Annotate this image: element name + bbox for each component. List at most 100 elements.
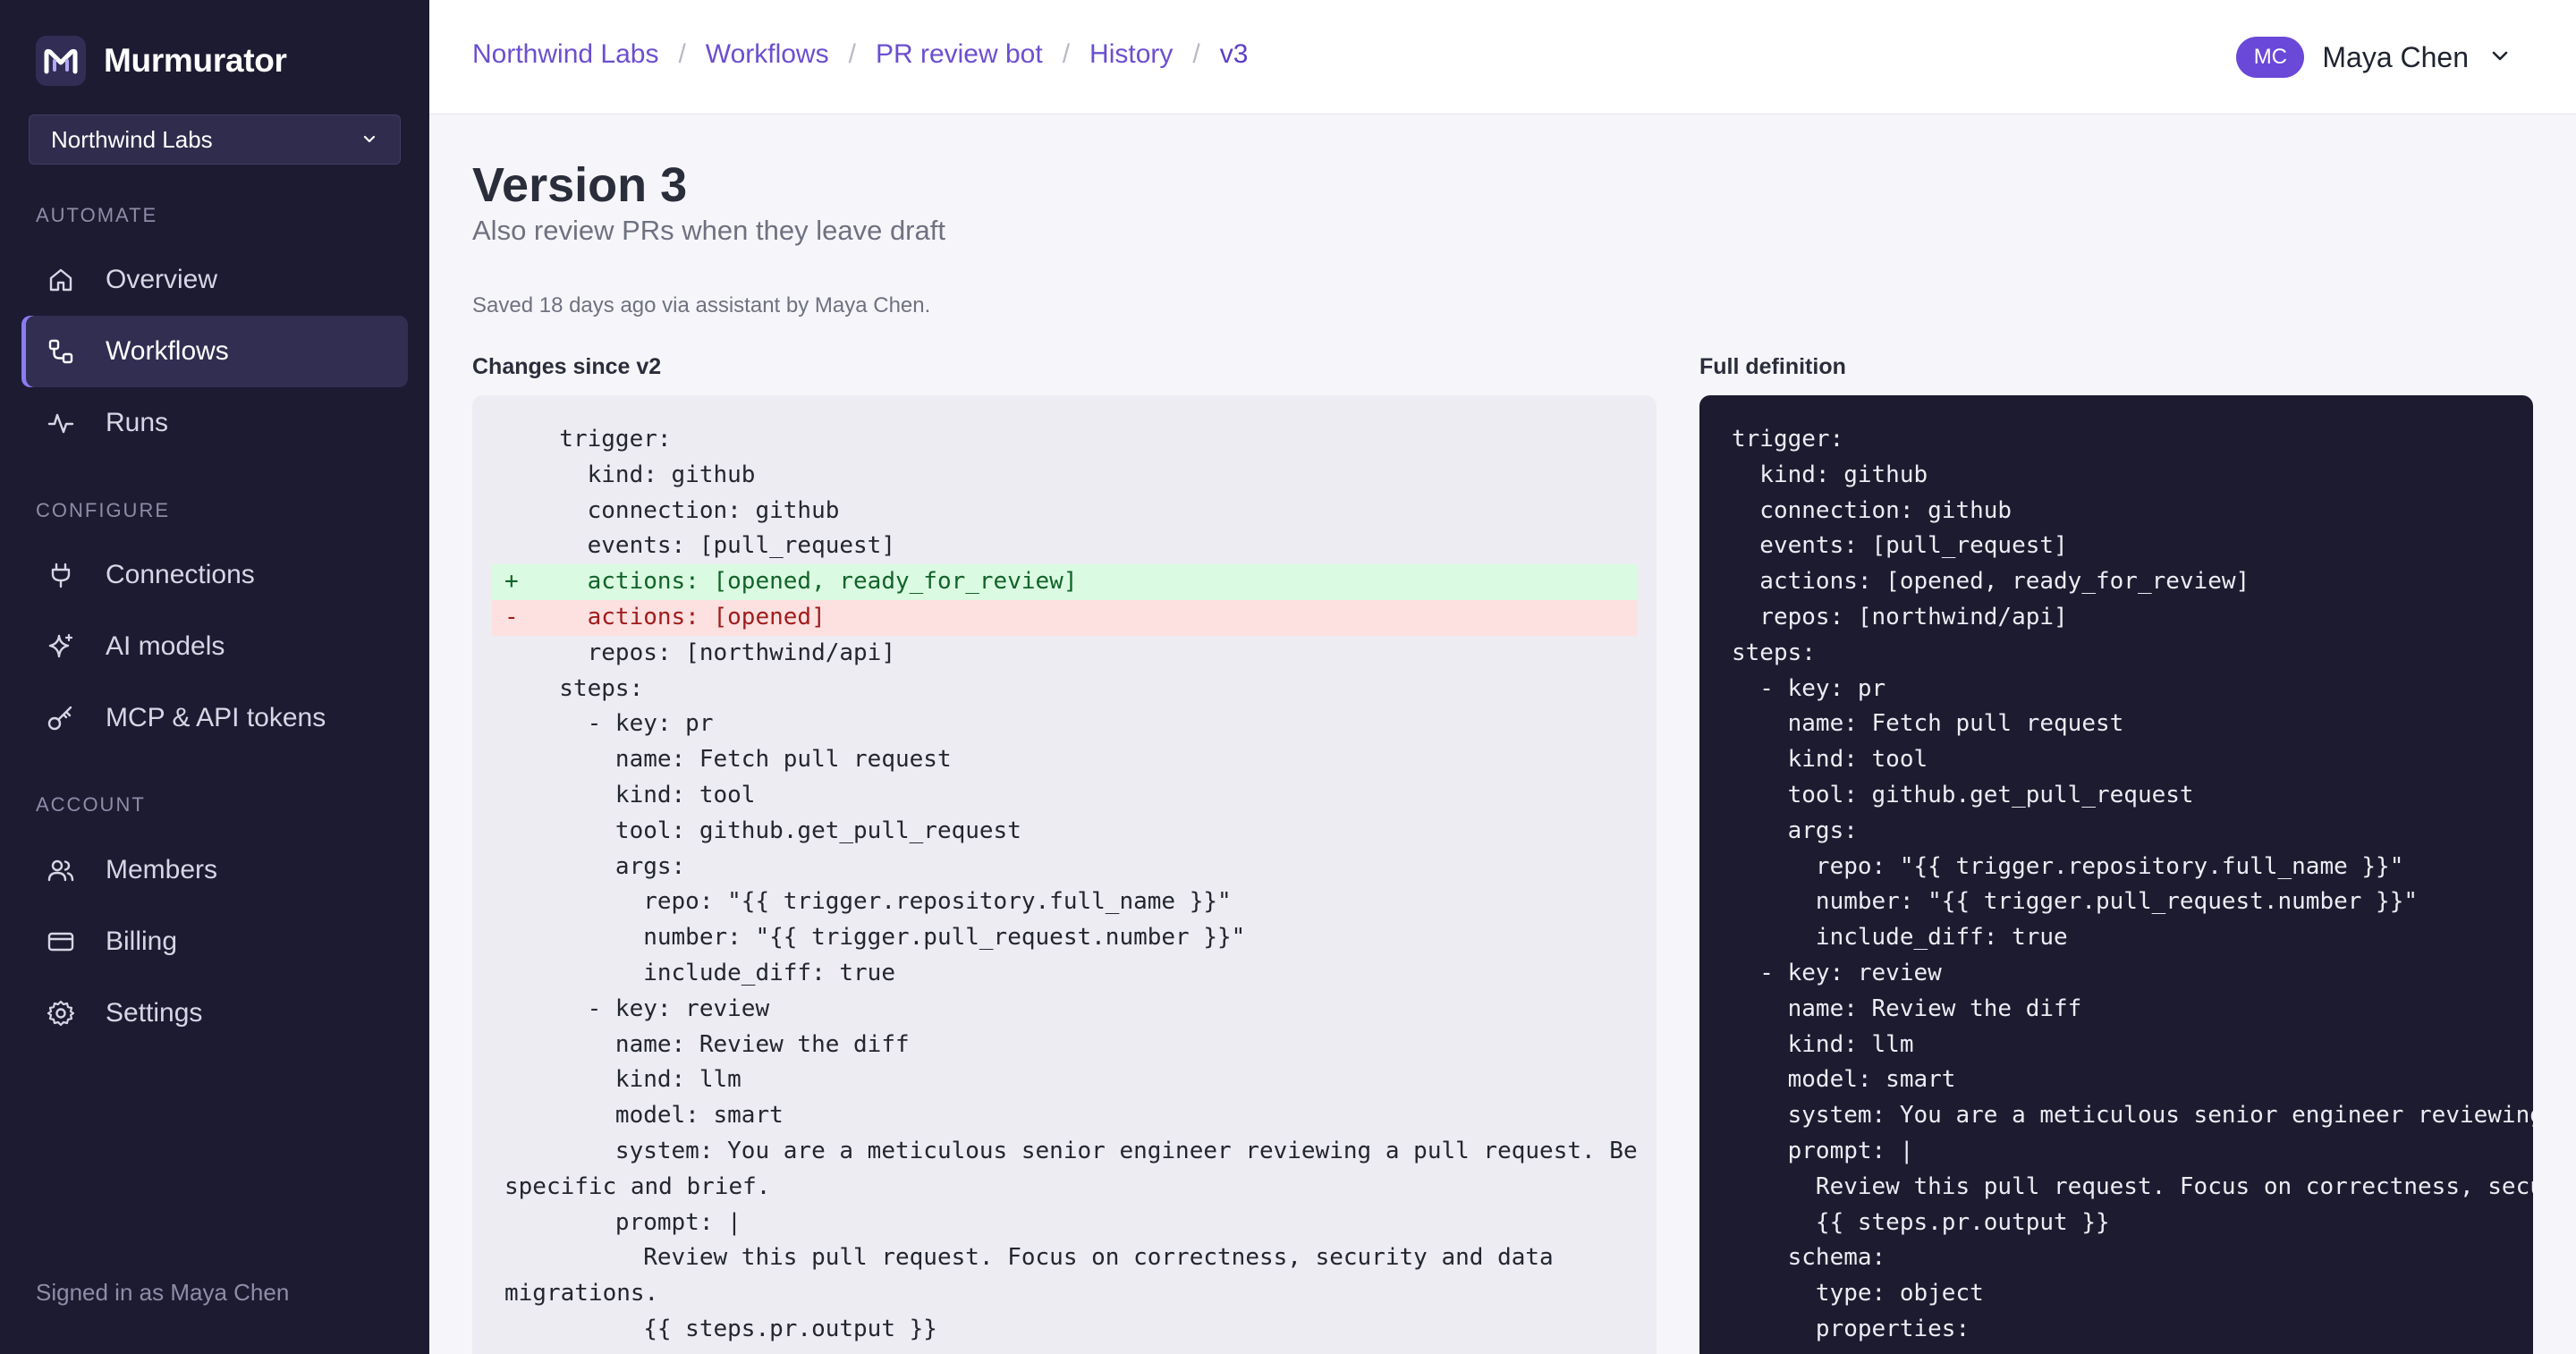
diff-line-text: - key: pr xyxy=(531,710,714,738)
definition-line: repos: [northwind/api] xyxy=(1732,603,2068,630)
diff-line-text: actions: [opened] xyxy=(531,603,826,630)
definition-line: tool: github.get_pull_request xyxy=(1732,781,2194,808)
sidebar-item-members[interactable]: Members xyxy=(21,834,408,906)
breadcrumb-workflows[interactable]: Workflows xyxy=(706,39,829,70)
diff-line: events: [pull_request] xyxy=(492,529,1637,564)
chevron-down-icon xyxy=(360,126,378,154)
diff-marker xyxy=(504,494,531,529)
definition-line: connection: github xyxy=(1732,496,2012,524)
org-selector[interactable]: Northwind Labs xyxy=(29,114,401,165)
diff-marker xyxy=(504,672,531,707)
sidebar-item-label: Runs xyxy=(106,408,169,437)
diff-panel[interactable]: trigger: kind: github connection: github… xyxy=(472,395,1657,1354)
activity-icon xyxy=(43,405,79,441)
murmurator-logo-icon xyxy=(36,36,86,86)
diff-line-text: args: xyxy=(531,852,686,880)
definition-line: actions: [opened, ready_for_review] xyxy=(1732,568,2250,596)
diff-line: kind: llm xyxy=(492,1062,1637,1098)
diff-line: kind: github xyxy=(492,458,1637,494)
definition-panel[interactable]: trigger: kind: github connection: github… xyxy=(1699,395,2533,1354)
diff-marker xyxy=(504,1312,531,1348)
definition-line: - key: pr xyxy=(1732,674,1886,702)
diff-marker: - xyxy=(504,603,519,630)
breadcrumb-workflow[interactable]: PR review bot xyxy=(876,39,1043,70)
diff-marker xyxy=(504,1028,531,1063)
sidebar-item-runs[interactable]: Runs xyxy=(21,387,408,459)
brand[interactable]: Murmurator xyxy=(36,36,287,86)
workflow-icon xyxy=(43,334,79,369)
sidebar-item-connections[interactable]: Connections xyxy=(21,539,408,611)
sidebar-item-mcp-api-tokens[interactable]: MCP & API tokens xyxy=(21,682,408,754)
sidebar-item-ai-models[interactable]: AI models xyxy=(21,611,408,682)
definition-line: schema: xyxy=(1732,1244,1886,1272)
section-label-configure: CONFIGURE xyxy=(36,499,170,521)
diff-marker xyxy=(504,850,531,885)
sidebar-item-overview[interactable]: Overview xyxy=(21,244,408,316)
diff-line: model: smart xyxy=(492,1098,1637,1134)
definition-line: events: [pull_request] xyxy=(1732,532,2068,560)
sidebar-item-label: Members xyxy=(106,855,218,884)
diff-line-text: model: smart xyxy=(531,1102,784,1130)
diff-line: system: You are a meticulous senior engi… xyxy=(492,1134,1638,1170)
diff-marker xyxy=(504,884,531,920)
diff-line: name: Review the diff xyxy=(492,1028,1637,1063)
diff-line-text: tool: github.get_pull_request xyxy=(531,817,1021,844)
diff-marker xyxy=(504,1062,531,1098)
diff-line-text: {{ steps.pr.output }} xyxy=(531,1315,937,1342)
diff-line: tool: github.get_pull_request xyxy=(492,814,1637,850)
topbar: Northwind Labs / Workflows / PR review b… xyxy=(429,0,2576,114)
definition-line: {{ steps.pr.output }} xyxy=(1732,1208,2110,1236)
diff-marker xyxy=(504,742,531,778)
breadcrumb-org[interactable]: Northwind Labs xyxy=(472,39,658,70)
page-title: Version 3 xyxy=(472,158,688,212)
diff-line-text: steps: xyxy=(531,674,644,702)
sidebar-item-label: Settings xyxy=(106,998,203,1028)
sidebar-item-label: MCP & API tokens xyxy=(106,703,326,732)
definition-line: number: "{{ trigger.pull_request.number … xyxy=(1732,888,2419,916)
definition-line: args: xyxy=(1732,817,1858,844)
breadcrumb-separator: / xyxy=(678,39,686,69)
sidebar-item-label: Connections xyxy=(106,560,255,589)
user-name: Maya Chen xyxy=(2322,40,2469,73)
diff-marker xyxy=(504,992,531,1028)
diff-marker xyxy=(504,956,531,992)
key-icon xyxy=(43,700,79,736)
breadcrumb-version[interactable]: v3 xyxy=(1220,39,1249,70)
diff-marker xyxy=(504,458,531,494)
sidebar-item-label: Workflows xyxy=(106,336,229,366)
sidebar-item-settings[interactable]: Settings xyxy=(21,977,408,1049)
diff-marker xyxy=(504,1134,531,1170)
diff-line-text: actions: [opened, ready_for_review] xyxy=(531,568,1078,596)
credit-card-icon xyxy=(43,924,79,960)
definition-line: type: object xyxy=(1732,1280,1984,1307)
signed-in-text: Signed in as Maya Chen xyxy=(36,1279,290,1306)
diff-line-text: specific and brief. xyxy=(504,1172,771,1200)
diff-line-text: connection: github xyxy=(531,496,840,524)
page-subtitle: Also review PRs when they leave draft xyxy=(472,215,945,246)
sidebar-item-workflows[interactable]: Workflows xyxy=(21,316,408,387)
diff-line-text: repo: "{{ trigger.repository.full_name }… xyxy=(531,888,1232,916)
user-menu[interactable]: MC Maya Chen xyxy=(2236,34,2512,80)
sidebar-item-billing[interactable]: Billing xyxy=(21,906,408,977)
section-label-automate: AUTOMATE xyxy=(36,204,158,226)
definition-line: properties: xyxy=(1732,1315,1970,1342)
definition-line: model: smart xyxy=(1732,1066,1956,1094)
diff-marker: + xyxy=(504,568,519,596)
diff-line: specific and brief. xyxy=(492,1170,1637,1206)
diff-line: number: "{{ trigger.pull_request.number … xyxy=(492,920,1637,956)
definition-line: kind: github xyxy=(1732,461,1928,488)
diff-line-text: trigger: xyxy=(531,426,672,453)
definition-line: steps: xyxy=(1732,639,1816,666)
diff-line: trigger: xyxy=(492,422,1637,458)
definition-line: system: You are a meticulous senior engi… xyxy=(1732,1102,2533,1130)
breadcrumb-separator: / xyxy=(1192,39,1200,69)
diff-line: - key: pr xyxy=(492,707,1637,742)
diff-marker xyxy=(504,529,531,564)
app-name: Murmurator xyxy=(104,42,287,79)
chevron-down-icon xyxy=(2488,44,2512,72)
diff-line-text: kind: tool xyxy=(531,781,756,808)
sidebar-item-label: Overview xyxy=(106,265,218,294)
breadcrumb-history[interactable]: History xyxy=(1089,39,1173,70)
breadcrumb-separator: / xyxy=(848,39,856,69)
definition-line: name: Review the diff xyxy=(1732,994,2082,1022)
